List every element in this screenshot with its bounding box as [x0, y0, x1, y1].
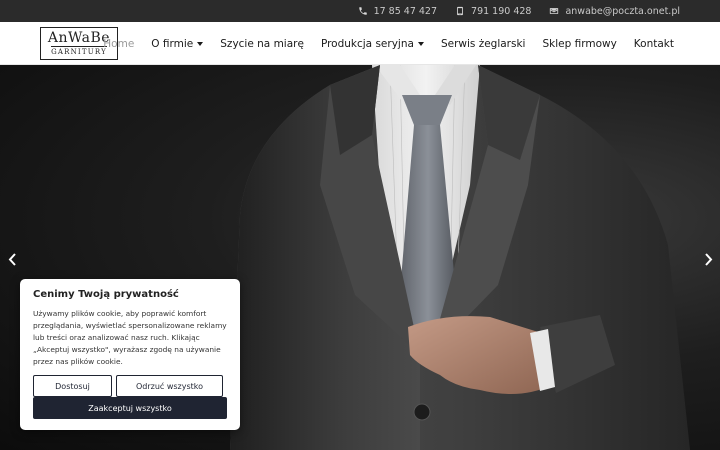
chevron-right-icon	[704, 252, 712, 266]
cookie-description: Używamy plików cookie, aby poprawić komf…	[33, 308, 227, 368]
chevron-left-icon	[8, 252, 16, 266]
chevron-down-icon	[417, 42, 424, 46]
cookie-text-line: „Akceptuj wszystko", wyrażasz zgodę na u…	[33, 345, 221, 354]
top-contact-bar: 17 85 47 427 791 190 428 anwabe@poczta.o…	[0, 0, 720, 22]
nav-label: Kontakt	[633, 37, 674, 50]
cookie-consent-banner: Cenimy Twoją prywatność Używamy plików c…	[20, 279, 240, 430]
main-navigation: Home O firmie Szycie na miarę Produkcja …	[103, 22, 674, 65]
cookie-secondary-buttons: Dostosuj Odrzuć wszystko	[33, 375, 223, 397]
contact-phone-text: 17 85 47 427	[373, 5, 438, 17]
chevron-down-icon	[197, 42, 204, 46]
accept-all-button[interactable]: Zaakceptuj wszystko	[33, 397, 227, 419]
nav-item-produkcja-seryjna[interactable]: Produkcja seryjna	[321, 38, 424, 50]
mobile-phone-icon	[457, 6, 463, 16]
slider-previous-button[interactable]	[4, 249, 20, 269]
slider-next-button[interactable]	[700, 249, 716, 269]
nav-item-kontakt[interactable]: Kontakt	[634, 38, 674, 50]
nav-label: O firmie	[151, 37, 194, 50]
customize-button[interactable]: Dostosuj	[33, 375, 112, 397]
nav-item-sklep-firmowy[interactable]: Sklep firmowy	[542, 38, 616, 50]
nav-item-szycie-na-miare[interactable]: Szycie na miarę	[220, 38, 304, 50]
contact-email[interactable]: anwabe@poczta.onet.pl	[549, 6, 680, 17]
phone-icon	[358, 7, 367, 15]
envelope-icon	[550, 8, 559, 14]
nav-item-o-firmie[interactable]: O firmie	[151, 37, 204, 50]
nav-item-serwis-zeglarski[interactable]: Serwis żeglarski	[441, 38, 526, 50]
contact-phone[interactable]: 17 85 47 427	[358, 6, 437, 17]
cookie-text-line: przeglądania, wyświetlać spersonalizowan…	[33, 321, 227, 330]
logo-sub-text: GARNITURY	[51, 45, 107, 56]
nav-label: Produkcja seryjna	[320, 37, 414, 50]
nav-label: Sklep firmowy	[542, 37, 617, 50]
cookie-text-line: lub treści oraz analizować nasz ruch. Kl…	[33, 333, 200, 342]
nav-item-home[interactable]: Home	[103, 38, 134, 50]
cookie-text-line: przez nas plików cookie.	[33, 357, 123, 366]
logo-main-text: AnWaBe	[47, 29, 111, 46]
reject-all-button[interactable]: Odrzuć wszystko	[116, 375, 223, 397]
cookie-title: Cenimy Twoją prywatność	[33, 289, 179, 300]
site-header: AnWaBe GARNITURY Home O firmie Szycie na…	[0, 22, 720, 65]
nav-label: Home	[103, 37, 135, 50]
cookie-text-line: Używamy plików cookie, aby poprawić komf…	[33, 309, 207, 318]
contact-email-text: anwabe@poczta.onet.pl	[565, 5, 680, 17]
nav-label: Szycie na miarę	[220, 37, 304, 50]
contact-mobile-text: 791 190 428	[471, 5, 532, 17]
nav-label: Serwis żeglarski	[440, 37, 526, 50]
contact-mobile[interactable]: 791 190 428	[455, 6, 531, 17]
